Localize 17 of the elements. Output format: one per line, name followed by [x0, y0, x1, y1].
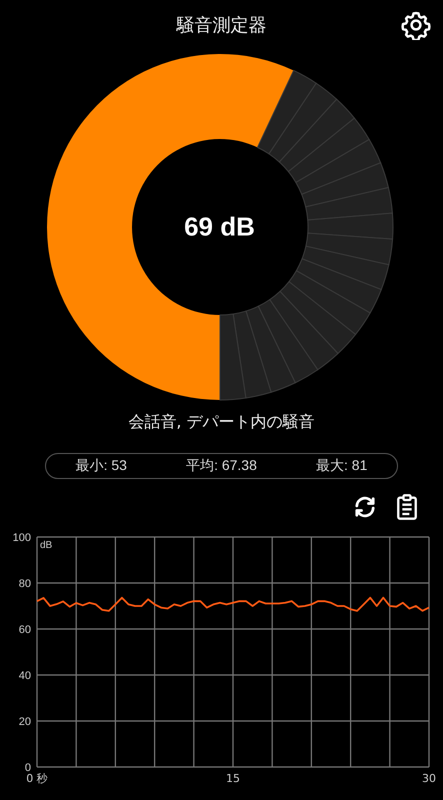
y-tick-label: 100: [12, 532, 31, 544]
stat-label: 最小: 53: [76, 457, 127, 475]
y-tick-label: 60: [18, 624, 31, 636]
x-tick-label: 15: [226, 772, 240, 785]
stat-label: 最大: 81: [316, 457, 368, 475]
x-tick-label: 0 秒: [26, 772, 48, 785]
app-title: 騒音測定器: [176, 14, 266, 37]
y-tick-label: 80: [18, 578, 31, 590]
decibel-reading: 69 dB: [184, 212, 255, 242]
stat-label: 平均: 67.38: [186, 457, 257, 475]
settings-icon[interactable]: [401, 10, 431, 40]
y-tick-label: 20: [18, 716, 31, 728]
y-tick-label: 40: [18, 670, 31, 682]
x-tick-label: 30: [422, 772, 436, 785]
unit-label: dB: [40, 540, 52, 551]
y-tick-label: 0: [24, 762, 31, 774]
noise-description: 会話音, デパート内の騒音: [127, 412, 316, 433]
